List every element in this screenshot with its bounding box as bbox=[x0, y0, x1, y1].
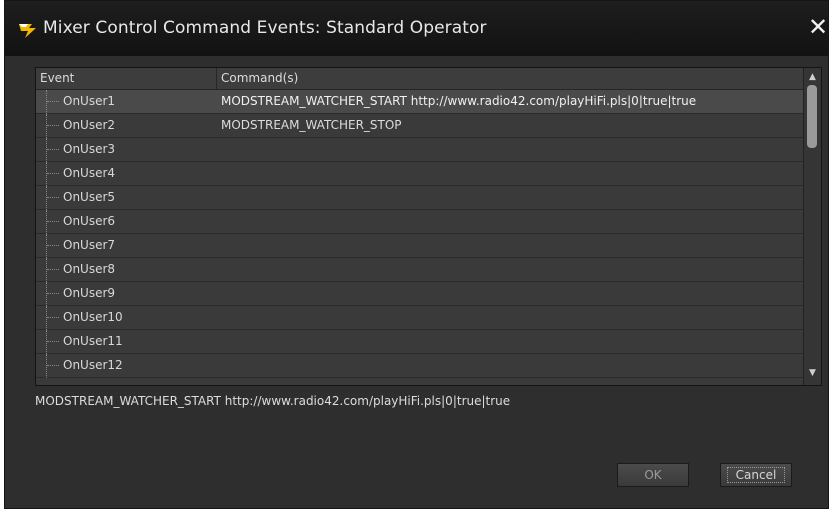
command-cell[interactable] bbox=[217, 306, 805, 330]
event-name: OnUser5 bbox=[63, 190, 116, 204]
table-row[interactable]: OnUser11 bbox=[36, 330, 805, 354]
event-cell[interactable]: OnUser12 bbox=[36, 354, 217, 378]
event-name: OnUser6 bbox=[63, 214, 116, 228]
event-cell[interactable]: OnUser6 bbox=[36, 210, 217, 234]
tree-line bbox=[46, 114, 47, 138]
grid-header: Event Command(s) bbox=[36, 68, 805, 90]
event-name: OnUser11 bbox=[63, 334, 123, 348]
event-name: OnUser12 bbox=[63, 358, 123, 372]
tree-branch bbox=[47, 293, 59, 294]
table-row[interactable]: OnUser9 bbox=[36, 282, 805, 306]
table-row[interactable]: OnUser5 bbox=[36, 186, 805, 210]
event-cell[interactable]: OnUser4 bbox=[36, 162, 217, 186]
ok-button-label: OK bbox=[644, 468, 662, 482]
tree-line bbox=[46, 258, 47, 282]
command-cell[interactable] bbox=[217, 330, 805, 354]
cancel-button-label: Cancel bbox=[726, 467, 786, 483]
event-cell[interactable]: OnUser3 bbox=[36, 138, 217, 162]
event-cell[interactable]: OnUser1 bbox=[36, 90, 217, 114]
ok-button[interactable]: OK bbox=[617, 463, 689, 487]
event-name: OnUser4 bbox=[63, 166, 116, 180]
tree-line bbox=[46, 282, 47, 306]
event-name: OnUser10 bbox=[63, 310, 123, 324]
tree-line bbox=[46, 210, 47, 234]
tree-line bbox=[46, 138, 47, 162]
command-cell[interactable] bbox=[217, 354, 805, 378]
tree-line bbox=[46, 162, 47, 186]
table-row[interactable]: OnUser10 bbox=[36, 306, 805, 330]
command-preview-text: MODSTREAM_WATCHER_START http://www.radio… bbox=[35, 394, 511, 408]
event-cell[interactable]: OnUser9 bbox=[36, 282, 217, 306]
command-cell[interactable] bbox=[217, 138, 805, 162]
event-cell[interactable]: OnUser11 bbox=[36, 330, 217, 354]
tree-branch bbox=[47, 173, 59, 174]
tree-line bbox=[46, 234, 47, 258]
tree-line bbox=[46, 186, 47, 210]
scroll-up-icon[interactable]: ▲ bbox=[804, 70, 821, 84]
dialog-window: Mixer Control Command Events: Standard O… bbox=[4, 0, 829, 509]
close-button[interactable]: ✕ bbox=[808, 15, 828, 39]
table-row[interactable]: OnUser6 bbox=[36, 210, 805, 234]
tree-branch bbox=[47, 365, 59, 366]
event-name: OnUser3 bbox=[63, 142, 116, 156]
events-grid[interactable]: Event Command(s) OnUser1 MODSTREAM_WATCHE… bbox=[35, 67, 822, 386]
event-name: OnUser1 bbox=[63, 94, 116, 108]
event-cell[interactable]: OnUser8 bbox=[36, 258, 217, 282]
tree-branch bbox=[47, 245, 59, 246]
tree-branch bbox=[47, 317, 59, 318]
command-cell[interactable] bbox=[217, 162, 805, 186]
window-title: Mixer Control Command Events: Standard O… bbox=[43, 18, 487, 38]
event-cell[interactable]: OnUser10 bbox=[36, 306, 217, 330]
event-cell[interactable]: OnUser2 bbox=[36, 114, 217, 138]
command-cell[interactable] bbox=[217, 258, 805, 282]
command-cell[interactable] bbox=[217, 186, 805, 210]
command-cell[interactable] bbox=[217, 210, 805, 234]
event-name: OnUser2 bbox=[63, 118, 116, 132]
tree-line bbox=[46, 306, 47, 330]
event-name: OnUser9 bbox=[63, 286, 116, 300]
column-header-event[interactable]: Event bbox=[36, 68, 217, 89]
lightning-brush-icon bbox=[19, 24, 36, 38]
table-row[interactable]: OnUser1 MODSTREAM_WATCHER_START http://ww… bbox=[36, 90, 805, 114]
tree-branch bbox=[47, 197, 59, 198]
table-row[interactable]: OnUser4 bbox=[36, 162, 805, 186]
tree-branch bbox=[47, 149, 59, 150]
command-cell[interactable] bbox=[217, 282, 805, 306]
scrollbar-thumb[interactable] bbox=[807, 85, 817, 148]
tree-line bbox=[46, 90, 47, 114]
command-cell[interactable]: MODSTREAM_WATCHER_STOP bbox=[217, 114, 805, 138]
tree-branch bbox=[47, 269, 59, 270]
tree-branch bbox=[47, 341, 59, 342]
table-row[interactable]: OnUser7 bbox=[36, 234, 805, 258]
vertical-scrollbar[interactable]: ▲ ▼ bbox=[803, 68, 821, 385]
column-header-commands[interactable]: Command(s) bbox=[217, 68, 805, 89]
tree-line bbox=[46, 354, 47, 378]
tree-branch bbox=[47, 101, 59, 102]
table-row[interactable]: OnUser12 bbox=[36, 354, 805, 378]
event-cell[interactable]: OnUser7 bbox=[36, 234, 217, 258]
scroll-down-icon[interactable]: ▼ bbox=[804, 366, 821, 380]
cancel-button[interactable]: Cancel bbox=[720, 463, 792, 487]
table-row[interactable]: OnUser8 bbox=[36, 258, 805, 282]
tree-branch bbox=[47, 125, 59, 126]
table-row[interactable]: OnUser3 bbox=[36, 138, 805, 162]
tree-branch bbox=[47, 221, 59, 222]
grid-rows: OnUser1 MODSTREAM_WATCHER_START http://ww… bbox=[36, 90, 805, 378]
command-cell[interactable]: MODSTREAM_WATCHER_START http://www.radio… bbox=[217, 90, 805, 114]
event-name: OnUser7 bbox=[63, 238, 116, 252]
tree-line bbox=[46, 330, 47, 354]
table-row[interactable]: OnUser2 MODSTREAM_WATCHER_STOP bbox=[36, 114, 805, 138]
title-bar[interactable]: Mixer Control Command Events: Standard O… bbox=[5, 1, 828, 56]
command-cell[interactable] bbox=[217, 234, 805, 258]
event-name: OnUser8 bbox=[63, 262, 116, 276]
event-cell[interactable]: OnUser5 bbox=[36, 186, 217, 210]
